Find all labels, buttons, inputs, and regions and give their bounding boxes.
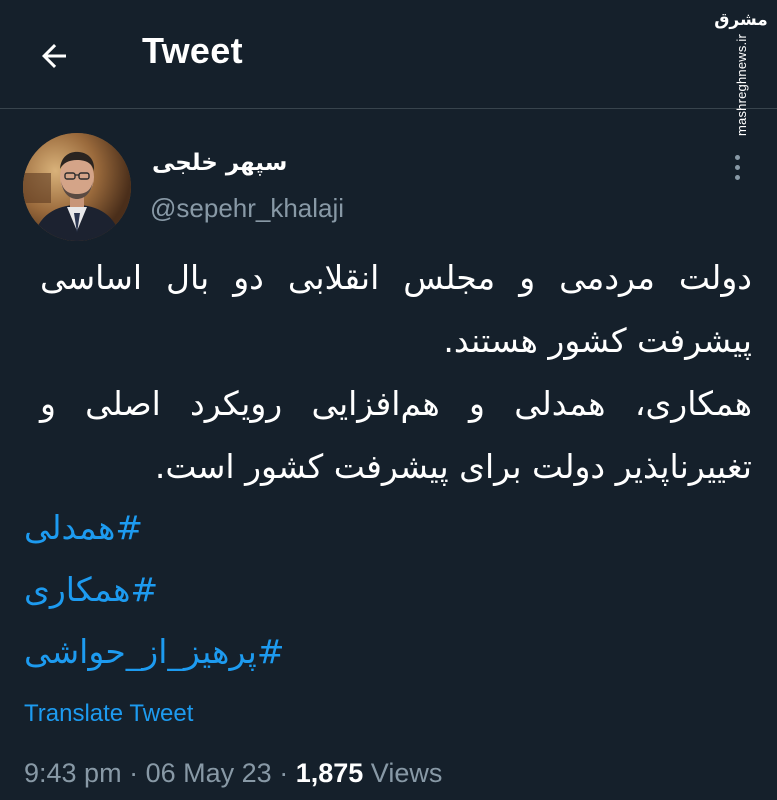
top-bar: Tweet bbox=[0, 0, 777, 109]
separator-dot: · bbox=[129, 758, 139, 788]
more-options-button[interactable] bbox=[726, 150, 748, 184]
tweet-paragraph: همکاری، همدلی و هم‌افزایی رویکرد اصلی و … bbox=[40, 384, 752, 486]
more-vertical-icon-dot bbox=[734, 164, 740, 170]
avatar[interactable] bbox=[23, 133, 131, 241]
separator-dot: · bbox=[279, 758, 289, 788]
watermark: مشرق mashreghnews.ir bbox=[714, 8, 768, 136]
watermark-site: mashreghnews.ir bbox=[733, 34, 749, 136]
views-count: 1,875 bbox=[295, 758, 364, 788]
avatar-image bbox=[23, 133, 131, 241]
back-button[interactable] bbox=[30, 32, 78, 80]
tweet-paragraph: دولت مردمی و مجلس انقلابی دو بال اساسی پ… bbox=[40, 258, 752, 360]
more-vertical-icon bbox=[734, 154, 740, 160]
hashtag-link[interactable]: همکاری# bbox=[24, 570, 158, 609]
hashtag-link[interactable]: پرهیز_از_حواشی# bbox=[24, 632, 285, 671]
tweet-text: دولت مردمی و مجلس انقلابی دو بال اساسی پ… bbox=[40, 246, 752, 498]
hashtag-link[interactable]: همدلی# bbox=[24, 508, 143, 547]
tweet-metadata: 9:43 pm · 06 May 23 · 1,875 Views bbox=[24, 758, 442, 789]
translate-tweet-link[interactable]: Translate Tweet bbox=[24, 700, 193, 728]
watermark-logo: مشرق bbox=[714, 10, 768, 30]
author-display-name[interactable]: سپهر خلجی bbox=[152, 150, 287, 176]
page-title: Tweet bbox=[142, 30, 243, 71]
tweet-time[interactable]: 9:43 pm bbox=[24, 758, 122, 788]
author-handle[interactable]: @sepehr_khalaji bbox=[150, 193, 344, 224]
more-vertical-icon-dot bbox=[734, 174, 740, 180]
arrow-left-icon bbox=[42, 44, 66, 68]
tweet-date[interactable]: 06 May 23 bbox=[146, 758, 272, 788]
views-label: Views bbox=[370, 758, 443, 788]
